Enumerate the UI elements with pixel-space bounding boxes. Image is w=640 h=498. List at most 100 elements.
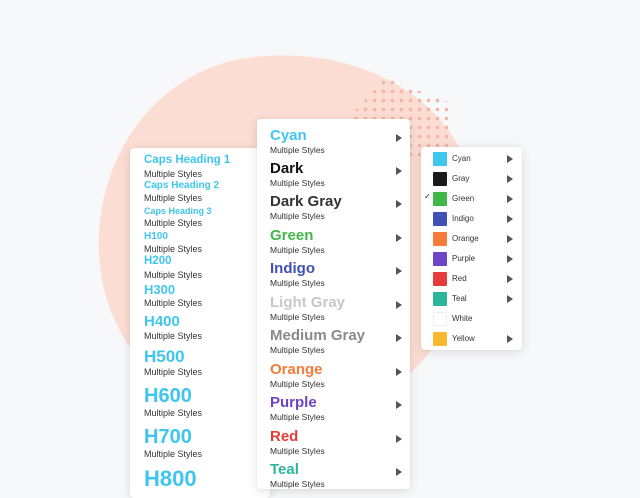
color-swatch-menu: Cyan Gray ✓ Green Indigo Orange Purple R…	[421, 147, 522, 350]
menu-item-h100[interactable]: H100 Multiple Styles	[144, 231, 203, 255]
swatch-label: Cyan	[452, 154, 471, 163]
swatch-label: Gray	[452, 174, 470, 183]
menu-item-title: Dark Gray	[270, 193, 342, 210]
menu-item-title: Indigo	[270, 260, 315, 277]
submenu-arrow-icon	[396, 234, 402, 242]
submenu-arrow-icon	[507, 235, 513, 243]
menu-item-caps-heading-3[interactable]: Caps Heading 3 Multiple Styles	[144, 206, 212, 229]
menu-item-subtitle: Multiple Styles	[144, 218, 203, 228]
menu-item-purple[interactable]: Purple Multiple Styles	[270, 395, 402, 429]
menu-item-subtitle: Multiple Styles	[144, 331, 203, 341]
color-chip	[433, 312, 447, 326]
menu-item-subtitle: Multiple Styles	[270, 278, 325, 288]
submenu-arrow-icon	[507, 195, 513, 203]
swatch-item-yellow[interactable]: Yellow	[421, 329, 522, 349]
menu-item-medium-gray[interactable]: Medium Gray Multiple Styles	[270, 328, 402, 362]
menu-item-title: H200	[144, 255, 172, 267]
submenu-arrow-icon	[396, 468, 402, 476]
menu-item-subtitle: Multiple Styles	[270, 379, 325, 389]
submenu-arrow-icon	[396, 167, 402, 175]
menu-item-h800[interactable]: H800	[144, 468, 197, 490]
menu-item-red[interactable]: Red Multiple Styles	[270, 429, 402, 463]
menu-item-subtitle: Multiple Styles	[144, 244, 203, 254]
color-chip	[433, 172, 447, 186]
submenu-arrow-icon	[396, 200, 402, 208]
swatch-label: Teal	[452, 294, 467, 303]
menu-item-caps-heading-1[interactable]: Caps Heading 1 Multiple Styles	[144, 154, 230, 178]
checkmark-icon: ✓	[424, 192, 431, 201]
menu-item-title: H600	[144, 385, 192, 407]
menu-item-title: H100	[144, 231, 168, 242]
menu-item-subtitle: Multiple Styles	[270, 345, 325, 355]
swatch-item-purple[interactable]: Purple	[421, 249, 522, 269]
swatch-label: Purple	[452, 254, 476, 263]
menu-item-subtitle: Multiple Styles	[270, 211, 325, 221]
menu-item-h300[interactable]: H300 Multiple Styles	[144, 283, 202, 308]
menu-item-h200[interactable]: H200 Multiple Styles	[144, 255, 203, 280]
submenu-arrow-icon	[396, 334, 402, 342]
submenu-arrow-icon	[507, 295, 513, 303]
menu-item-title: H300	[144, 282, 176, 297]
menu-item-title: H400	[144, 313, 180, 330]
menu-item-cyan[interactable]: Cyan Multiple Styles	[270, 128, 402, 162]
menu-item-h500[interactable]: H500 Multiple Styles	[144, 348, 202, 377]
menu-item-subtitle: Multiple Styles	[270, 245, 325, 255]
menu-item-title: Caps Heading 3	[144, 206, 212, 216]
menu-item-subtitle: Multiple Styles	[270, 178, 325, 188]
menu-item-subtitle: Multiple Styles	[144, 193, 203, 203]
menu-item-title: Medium Gray	[270, 327, 366, 344]
menu-item-indigo[interactable]: Indigo Multiple Styles	[270, 261, 402, 295]
submenu-arrow-icon	[507, 335, 513, 343]
color-chip	[433, 212, 447, 226]
swatch-item-green[interactable]: ✓ Green	[421, 189, 522, 209]
swatch-label: Red	[452, 274, 467, 283]
swatch-label: White	[452, 314, 473, 323]
swatch-item-white[interactable]: White	[421, 309, 522, 329]
menu-item-subtitle: Multiple Styles	[270, 145, 325, 155]
color-styles-menu: Cyan Multiple Styles Dark Multiple Style…	[257, 119, 410, 489]
menu-item-dark[interactable]: Dark Multiple Styles	[270, 161, 402, 195]
menu-item-title: H500	[144, 347, 185, 366]
menu-item-teal[interactable]: Teal Multiple Styles	[270, 462, 402, 496]
color-chip	[433, 232, 447, 246]
swatch-item-gray[interactable]: Gray	[421, 169, 522, 189]
color-chip	[433, 192, 447, 206]
menu-item-title: Light Gray	[270, 294, 346, 311]
menu-item-light-gray[interactable]: Light Gray Multiple Styles	[270, 295, 402, 329]
submenu-arrow-icon	[396, 267, 402, 275]
swatch-item-orange[interactable]: Orange	[421, 229, 522, 249]
menu-item-subtitle: Multiple Styles	[270, 446, 325, 456]
swatch-label: Green	[452, 194, 475, 203]
menu-item-title: H800	[144, 466, 197, 491]
menu-item-dark-gray[interactable]: Dark Gray Multiple Styles	[270, 194, 402, 228]
menu-item-subtitle: Multiple Styles	[144, 449, 203, 459]
menu-item-h700[interactable]: H700 Multiple Styles	[144, 427, 202, 459]
swatch-label: Yellow	[452, 334, 475, 343]
menu-item-title: Red	[270, 428, 299, 445]
swatch-item-red[interactable]: Red	[421, 269, 522, 289]
menu-item-h600[interactable]: H600 Multiple Styles	[144, 386, 202, 418]
swatch-item-teal[interactable]: Teal	[421, 289, 522, 309]
submenu-arrow-icon	[396, 368, 402, 376]
submenu-arrow-icon	[396, 401, 402, 409]
swatch-item-indigo[interactable]: Indigo	[421, 209, 522, 229]
submenu-arrow-icon	[507, 255, 513, 263]
color-chip	[433, 292, 447, 306]
menu-item-subtitle: Multiple Styles	[144, 269, 203, 280]
color-chip	[433, 332, 447, 346]
menu-item-h400[interactable]: H400 Multiple Styles	[144, 314, 202, 341]
menu-item-subtitle: Multiple Styles	[144, 408, 203, 418]
submenu-arrow-icon	[507, 175, 513, 183]
menu-item-green[interactable]: Green Multiple Styles	[270, 228, 402, 262]
submenu-arrow-icon	[507, 275, 513, 283]
menu-item-title: Purple	[270, 394, 317, 411]
swatch-label: Orange	[452, 234, 479, 243]
heading-styles-menu: Caps Heading 1 Multiple Styles Caps Head…	[130, 148, 270, 498]
menu-item-subtitle: Multiple Styles	[144, 298, 203, 308]
swatch-item-cyan[interactable]: Cyan	[421, 149, 522, 169]
menu-item-orange[interactable]: Orange Multiple Styles	[270, 362, 402, 396]
submenu-arrow-icon	[507, 155, 513, 163]
swatch-label: Indigo	[452, 214, 474, 223]
menu-item-caps-heading-2[interactable]: Caps Heading 2 Multiple Styles	[144, 181, 219, 204]
menu-item-title: H700	[144, 426, 192, 448]
